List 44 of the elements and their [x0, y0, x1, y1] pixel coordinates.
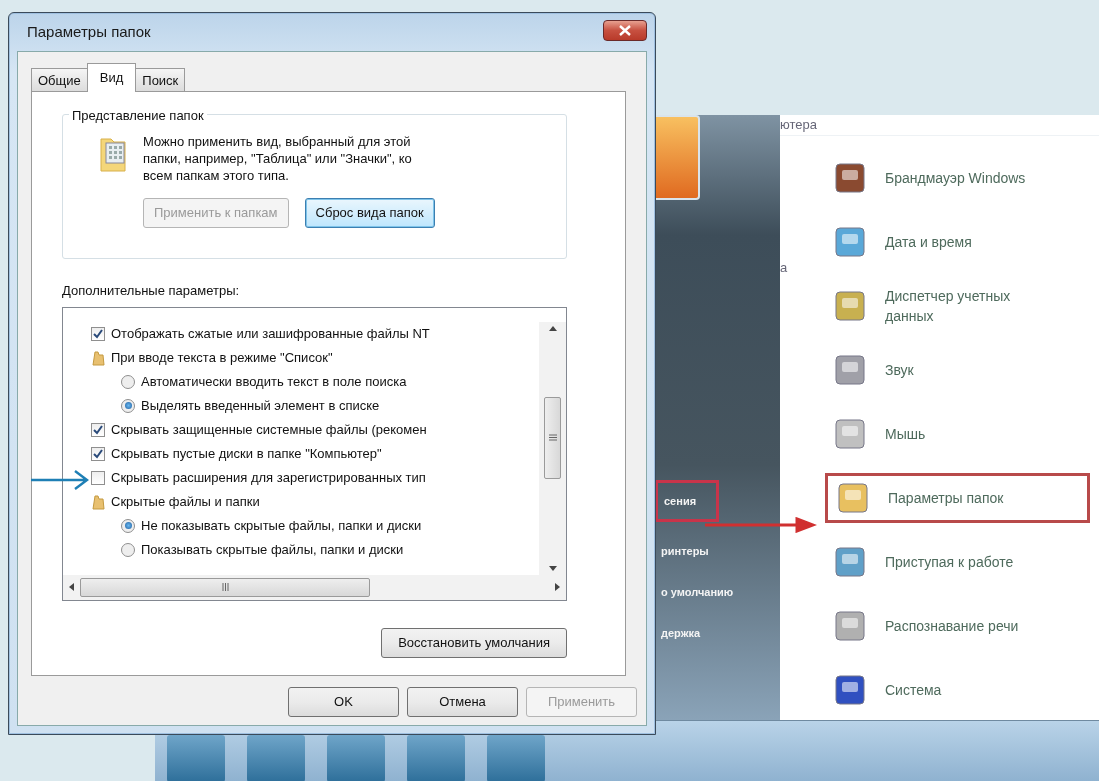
dialog-button[interactable]: OK	[288, 687, 399, 717]
option-label: Выделять введенный элемент в списке	[141, 396, 380, 415]
item-label: Диспетчер учетных данных	[885, 286, 1012, 326]
item-label: Приступая к работе	[885, 552, 1015, 572]
option-label: Не показывать скрытые файлы, папки и диски	[141, 516, 422, 535]
menu-item[interactable]: держка	[655, 621, 707, 645]
description-text: Можно применить вид, выбранный для этой папки, например, "Таблица" или "Значки", ко всем папкам этого типа.	[143, 133, 413, 184]
menu-item[interactable]: ринтеры	[655, 539, 715, 563]
item-label: Распознавание речи	[885, 616, 1020, 636]
label-text: а	[780, 259, 788, 275]
option-label: Скрывать пустые диски в папке "Компьютер"	[111, 444, 382, 463]
window-title: Параметры папок	[27, 21, 151, 42]
item-label: Система	[885, 680, 943, 700]
page-title: ютера	[780, 115, 1099, 136]
item-label: Брандмауэр Windows	[885, 168, 1027, 188]
control-panel-item[interactable]: Мышь	[825, 401, 1090, 466]
option-label: Скрывать расширения для зарегистрированных тип	[111, 468, 426, 487]
item-label: Звук	[885, 360, 915, 380]
tab[interactable]: Поиск	[135, 68, 186, 91]
option-label: Отображать сжатые или зашифрованные файлы NT	[111, 324, 430, 343]
dialog-button[interactable]: Отмена	[407, 687, 518, 717]
section-label: Дополнительные параметры:	[62, 282, 240, 300]
option-label: Автоматически вводить текст в поле поиска	[141, 372, 407, 391]
menu-item[interactable]: сения	[655, 480, 719, 522]
control-panel-item[interactable]: Брандмауэр Windows	[825, 145, 1090, 210]
control-panel-item[interactable]: Система	[825, 657, 1090, 722]
control-panel-item[interactable]: Приступая к работе	[825, 529, 1090, 594]
action-button[interactable]: Сброс вида папок	[304, 198, 435, 228]
control-panel-item[interactable]: Дата и время	[825, 209, 1090, 274]
item-label: Дата и время	[885, 232, 973, 252]
tab[interactable]: Общие	[31, 68, 88, 91]
control-panel-item[interactable]: Звук	[825, 337, 1090, 402]
item-label: Мышь	[885, 424, 927, 444]
item-label: Параметры папок	[888, 488, 1005, 508]
option-label: Скрывать защищенные системные файлы (рекомен	[111, 420, 427, 439]
tab[interactable]: Вид	[86, 63, 137, 92]
control-panel-item[interactable]: Распознавание речи	[825, 593, 1090, 658]
group-label: При вводе текста в режиме "Список"	[111, 348, 333, 367]
option-label: Показывать скрытые файлы, папки и диски	[141, 540, 404, 559]
control-panel-item[interactable]: Параметры папок	[825, 472, 1090, 523]
menu-item[interactable]: о умолчанию	[655, 580, 740, 604]
group-label: Скрытые файлы и папки	[111, 492, 260, 511]
control-panel-item[interactable]: Диспетчер учетных данных	[825, 273, 1090, 338]
restore-defaults-button[interactable]: Восстановить умолчания	[381, 627, 567, 658]
